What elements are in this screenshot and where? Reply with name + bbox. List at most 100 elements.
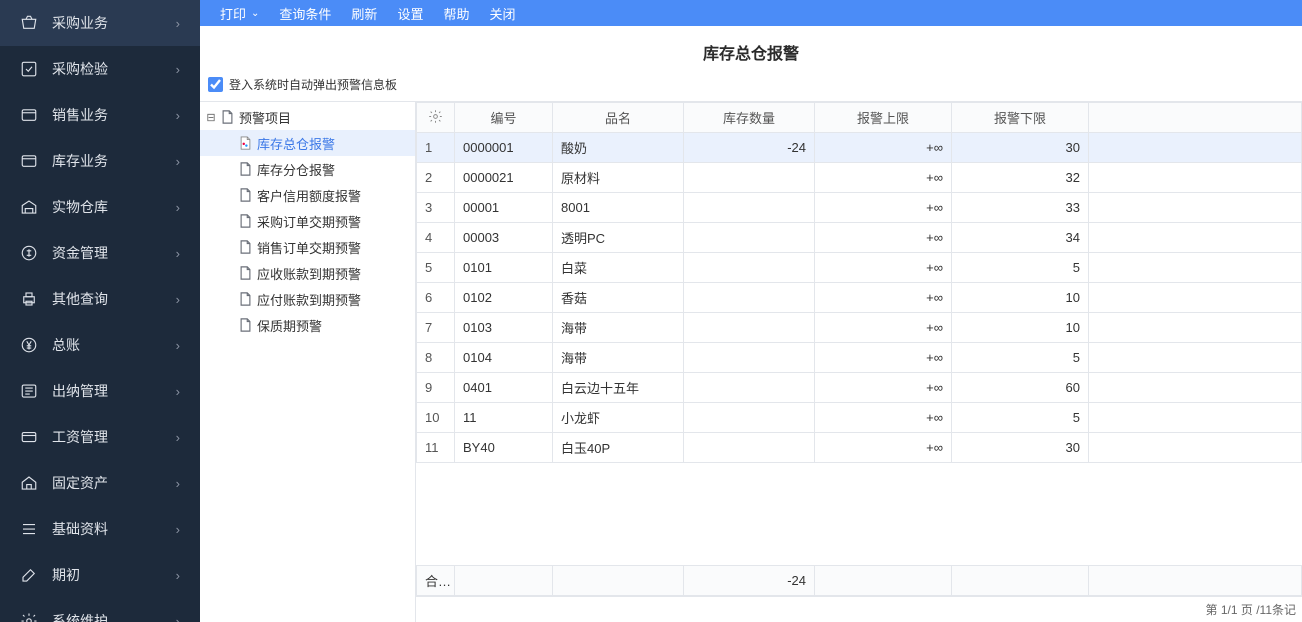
cell-lower: 30	[952, 433, 1089, 463]
table-row[interactable]: 1011小龙虾+∞5	[417, 403, 1302, 433]
nav-item-4[interactable]: 实物仓库›	[0, 184, 200, 230]
basket-icon	[20, 14, 38, 32]
nav-item-8[interactable]: 出纳管理›	[0, 368, 200, 414]
nav-label: 采购业务	[52, 13, 176, 33]
table-row[interactable]: 60102香菇+∞10	[417, 283, 1302, 313]
tree-root-row[interactable]: ⊟ 预警项目	[200, 104, 415, 130]
table-header-row: 编号 品名 库存数量 报警上限 报警下限	[417, 103, 1302, 133]
page-title: 库存总仓报警	[200, 26, 1302, 72]
auto-popup-checkbox[interactable]	[208, 77, 223, 92]
cell-qty	[684, 313, 815, 343]
sidebar: 采购业务›采购检验›销售业务›库存业务›实物仓库›资金管理›其他查询›总账›出纳…	[0, 0, 200, 622]
cell-code: 0103	[455, 313, 553, 343]
money-icon	[20, 244, 38, 262]
cell-upper: +∞	[815, 223, 952, 253]
tree-item-7[interactable]: 保质期预警	[200, 312, 415, 338]
tree-label: 销售订单交期预警	[257, 238, 361, 257]
cell-qty: -24	[684, 133, 815, 163]
toolbar: 打印⌄ 查询条件 刷新 设置 帮助 关闭	[200, 0, 1302, 26]
tree-item-2[interactable]: 客户信用额度报警	[200, 182, 415, 208]
cell-qty	[684, 433, 815, 463]
close-button[interactable]: 关闭	[479, 0, 525, 26]
edit-icon	[20, 566, 38, 584]
file-icon	[238, 136, 252, 150]
table-row[interactable]: 70103海带+∞10	[417, 313, 1302, 343]
tree-label: 库存总仓报警	[257, 134, 335, 153]
col-code[interactable]: 编号	[455, 103, 553, 133]
tree-label: 库存分仓报警	[257, 160, 335, 179]
nav-item-5[interactable]: 资金管理›	[0, 230, 200, 276]
nav-item-6[interactable]: 其他查询›	[0, 276, 200, 322]
print-menu[interactable]: 打印⌄	[210, 0, 269, 26]
nav-item-9[interactable]: 工资管理›	[0, 414, 200, 460]
table-row[interactable]: 50101白菜+∞5	[417, 253, 1302, 283]
auto-popup-label: 登入系统时自动弹出预警信息板	[229, 76, 397, 93]
nav-item-3[interactable]: 库存业务›	[0, 138, 200, 184]
chevron-right-icon: ›	[176, 108, 180, 123]
nav-item-0[interactable]: 采购业务›	[0, 0, 200, 46]
col-name[interactable]: 品名	[553, 103, 684, 133]
table-row[interactable]: 3000018001+∞33	[417, 193, 1302, 223]
cell-code: 0104	[455, 343, 553, 373]
nav-item-7[interactable]: 总账›	[0, 322, 200, 368]
table-row[interactable]: 90401白云边十五年+∞60	[417, 373, 1302, 403]
chevron-right-icon: ›	[176, 522, 180, 537]
file-icon	[220, 110, 234, 124]
cell-lower: 10	[952, 313, 1089, 343]
chevron-right-icon: ›	[176, 62, 180, 77]
tree-item-4[interactable]: 销售订单交期预警	[200, 234, 415, 260]
cell-upper: +∞	[815, 373, 952, 403]
nav-item-1[interactable]: 采购检验›	[0, 46, 200, 92]
nav-label: 资金管理	[52, 243, 176, 263]
nav-label: 库存业务	[52, 151, 176, 171]
cell-qty	[684, 193, 815, 223]
tree-item-5[interactable]: 应收账款到期预警	[200, 260, 415, 286]
chevron-right-icon: ›	[176, 292, 180, 307]
nav-item-13[interactable]: 系统维护›	[0, 598, 200, 622]
col-spare	[1089, 103, 1302, 133]
col-qty[interactable]: 库存数量	[684, 103, 815, 133]
table-row[interactable]: 20000021原材料+∞32	[417, 163, 1302, 193]
chevron-right-icon: ›	[176, 16, 180, 31]
table-row[interactable]: 80104海带+∞5	[417, 343, 1302, 373]
file-icon	[238, 162, 252, 176]
file-icon	[238, 240, 252, 254]
cell-qty	[684, 403, 815, 433]
collapse-icon[interactable]: ⊟	[204, 111, 218, 124]
gear-header[interactable]	[417, 103, 455, 133]
cell-name: 透明PC	[553, 223, 684, 253]
tree-item-0[interactable]: 库存总仓报警	[200, 130, 415, 156]
cell-upper: +∞	[815, 163, 952, 193]
cell-name: 8001	[553, 193, 684, 223]
cell-upper: +∞	[815, 343, 952, 373]
cell-code: BY40	[455, 433, 553, 463]
cell-idx: 11	[417, 433, 455, 463]
table-row[interactable]: 400003透明PC+∞34	[417, 223, 1302, 253]
nav-item-11[interactable]: 基础资料›	[0, 506, 200, 552]
nav-item-10[interactable]: 固定资产›	[0, 460, 200, 506]
help-button[interactable]: 帮助	[433, 0, 479, 26]
cell-upper: +∞	[815, 283, 952, 313]
tree-item-1[interactable]: 库存分仓报警	[200, 156, 415, 182]
table-row[interactable]: 11BY40白玉40P+∞30	[417, 433, 1302, 463]
settings-button[interactable]: 设置	[387, 0, 433, 26]
tree-item-6[interactable]: 应付账款到期预警	[200, 286, 415, 312]
cell-idx: 3	[417, 193, 455, 223]
col-upper[interactable]: 报警上限	[815, 103, 952, 133]
tree-label: 应付账款到期预警	[257, 290, 361, 309]
cell-name: 酸奶	[553, 133, 684, 163]
query-button[interactable]: 查询条件	[269, 0, 341, 26]
sum-table: 合计 -24	[416, 565, 1302, 596]
table-row[interactable]: 10000001酸奶-24+∞30	[417, 133, 1302, 163]
col-lower[interactable]: 报警下限	[952, 103, 1089, 133]
cell-lower: 32	[952, 163, 1089, 193]
refresh-button[interactable]: 刷新	[341, 0, 387, 26]
cell-idx: 6	[417, 283, 455, 313]
tree-item-3[interactable]: 采购订单交期预警	[200, 208, 415, 234]
nav-item-2[interactable]: 销售业务›	[0, 92, 200, 138]
nav-item-12[interactable]: 期初›	[0, 552, 200, 598]
cell-lower: 5	[952, 343, 1089, 373]
cell-lower: 5	[952, 253, 1089, 283]
nav-label: 基础资料	[52, 519, 176, 539]
nav-label: 实物仓库	[52, 197, 176, 217]
